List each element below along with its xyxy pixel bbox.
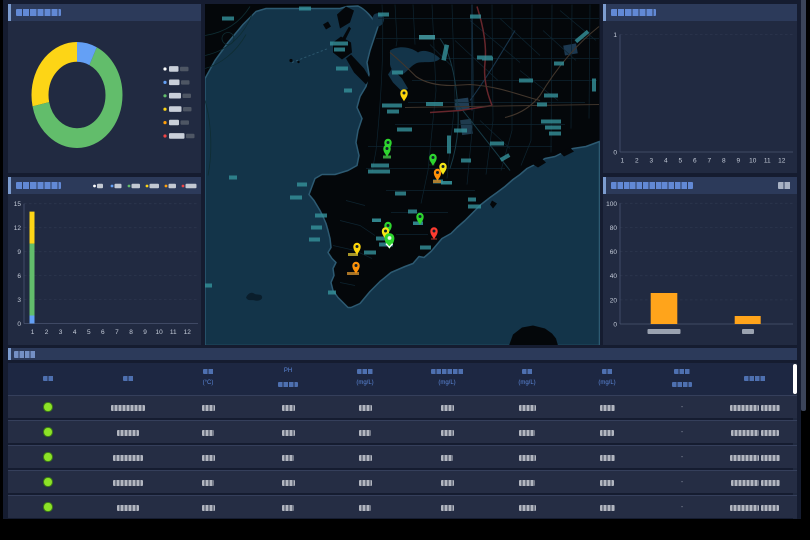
svg-text:6: 6: [693, 158, 697, 165]
svg-text:1: 1: [613, 32, 617, 39]
svg-text:0: 0: [613, 150, 617, 157]
svg-text:3: 3: [649, 158, 653, 165]
svg-text:8: 8: [722, 158, 726, 165]
svg-text:1: 1: [31, 329, 35, 336]
svg-text:9: 9: [17, 249, 21, 256]
svg-text:60: 60: [610, 249, 618, 256]
svg-text:0: 0: [17, 321, 21, 328]
svg-text:100: 100: [606, 201, 617, 208]
svg-text:3: 3: [59, 329, 63, 336]
svg-text:15: 15: [14, 201, 22, 208]
svg-text:40: 40: [610, 273, 618, 280]
svg-text:10: 10: [155, 329, 163, 336]
svg-text:0: 0: [613, 322, 617, 329]
svg-text:5: 5: [678, 158, 682, 165]
svg-text:11: 11: [170, 329, 177, 336]
svg-text:2: 2: [635, 158, 639, 165]
svg-text:11: 11: [764, 158, 771, 165]
svg-text:10: 10: [749, 158, 757, 165]
svg-text:6: 6: [101, 329, 105, 336]
svg-text:7: 7: [707, 158, 711, 165]
svg-text:80: 80: [610, 225, 618, 232]
svg-text:6: 6: [17, 273, 21, 280]
svg-text:2: 2: [45, 329, 49, 336]
svg-text:1: 1: [620, 158, 624, 165]
svg-text:4: 4: [664, 158, 668, 165]
svg-text:7: 7: [115, 329, 119, 336]
svg-text:4: 4: [73, 329, 77, 336]
svg-text:12: 12: [184, 329, 192, 336]
svg-text:5: 5: [87, 329, 91, 336]
svg-text:9: 9: [736, 158, 740, 165]
svg-text:12: 12: [14, 225, 22, 232]
svg-text:8: 8: [129, 329, 133, 336]
svg-text:20: 20: [610, 297, 618, 304]
svg-text:3: 3: [17, 297, 21, 304]
svg-text:9: 9: [143, 329, 147, 336]
svg-text:12: 12: [778, 158, 786, 165]
